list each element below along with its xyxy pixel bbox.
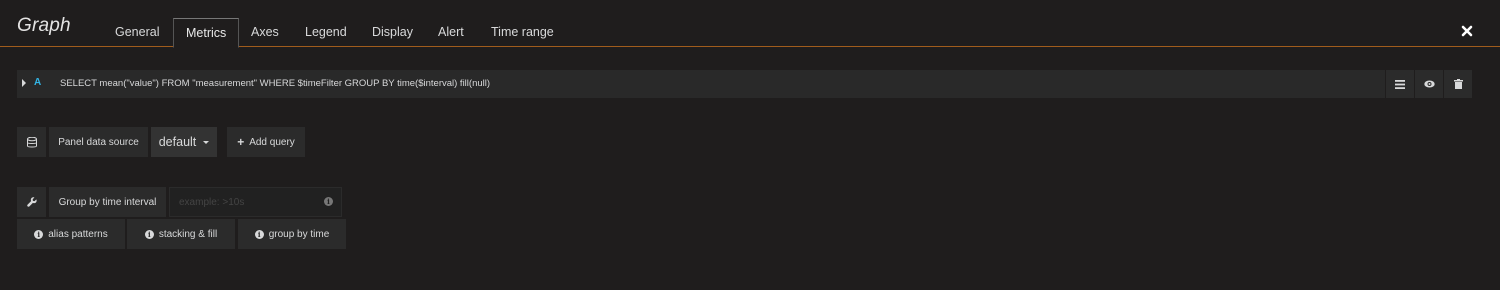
group-by-time-placeholder: example: >10s [179,196,245,208]
query-row: A SELECT mean("value") FROM "measurement… [17,70,1472,98]
group-by-time-input[interactable]: example: >10s i [169,187,342,217]
info-icon[interactable]: i [324,197,333,206]
tab-time-range[interactable]: Time range [479,18,566,47]
caret-down-icon [203,140,210,144]
add-query-button[interactable]: + Add query [227,127,305,157]
tab-legend[interactable]: Legend [293,18,359,47]
info-icon: i [144,229,154,239]
alias-patterns-label: alias patterns [48,228,108,240]
query-actions [1385,70,1472,98]
tab-metrics[interactable]: Metrics [173,18,240,48]
tab-display[interactable]: Display [360,18,425,47]
alias-patterns-button[interactable]: i alias patterns [17,219,125,249]
menu-icon[interactable] [1385,70,1414,98]
stacking-fill-label: stacking & fill [158,228,218,240]
datasource-select-value: default [158,135,197,149]
datasource-select[interactable]: default [151,127,217,157]
panel-editor: Graph General Metrics Axes Legend Displa… [0,0,1500,290]
tab-general[interactable]: General [103,18,171,47]
add-query-label: Add query [249,136,295,148]
query-ref-id[interactable]: A [34,77,41,88]
group-by-time-help-button[interactable]: i group by time [238,219,346,249]
info-icon: i [34,229,44,239]
stacking-fill-button[interactable]: i stacking & fill [127,219,235,249]
tab-alert[interactable]: Alert [426,18,476,47]
group-by-time-label: Group by time interval [49,187,166,217]
close-icon[interactable] [1460,24,1474,38]
plus-icon: + [237,135,245,149]
panel-data-source-label: Panel data source [49,127,148,157]
panel-title: Graph [17,15,71,36]
info-icon: i [254,229,264,239]
trash-icon[interactable] [1443,70,1472,98]
query-editor[interactable]: SELECT mean("value") FROM "measurement" … [60,78,490,89]
tab-axes[interactable]: Axes [239,18,291,47]
eye-icon[interactable] [1414,70,1443,98]
caret-right-icon[interactable] [22,79,26,87]
wrench-icon [17,187,46,217]
group-by-time-help-label: group by time [268,228,330,240]
editor-header: Graph General Metrics Axes Legend Displa… [0,0,1500,48]
database-icon [17,127,46,157]
